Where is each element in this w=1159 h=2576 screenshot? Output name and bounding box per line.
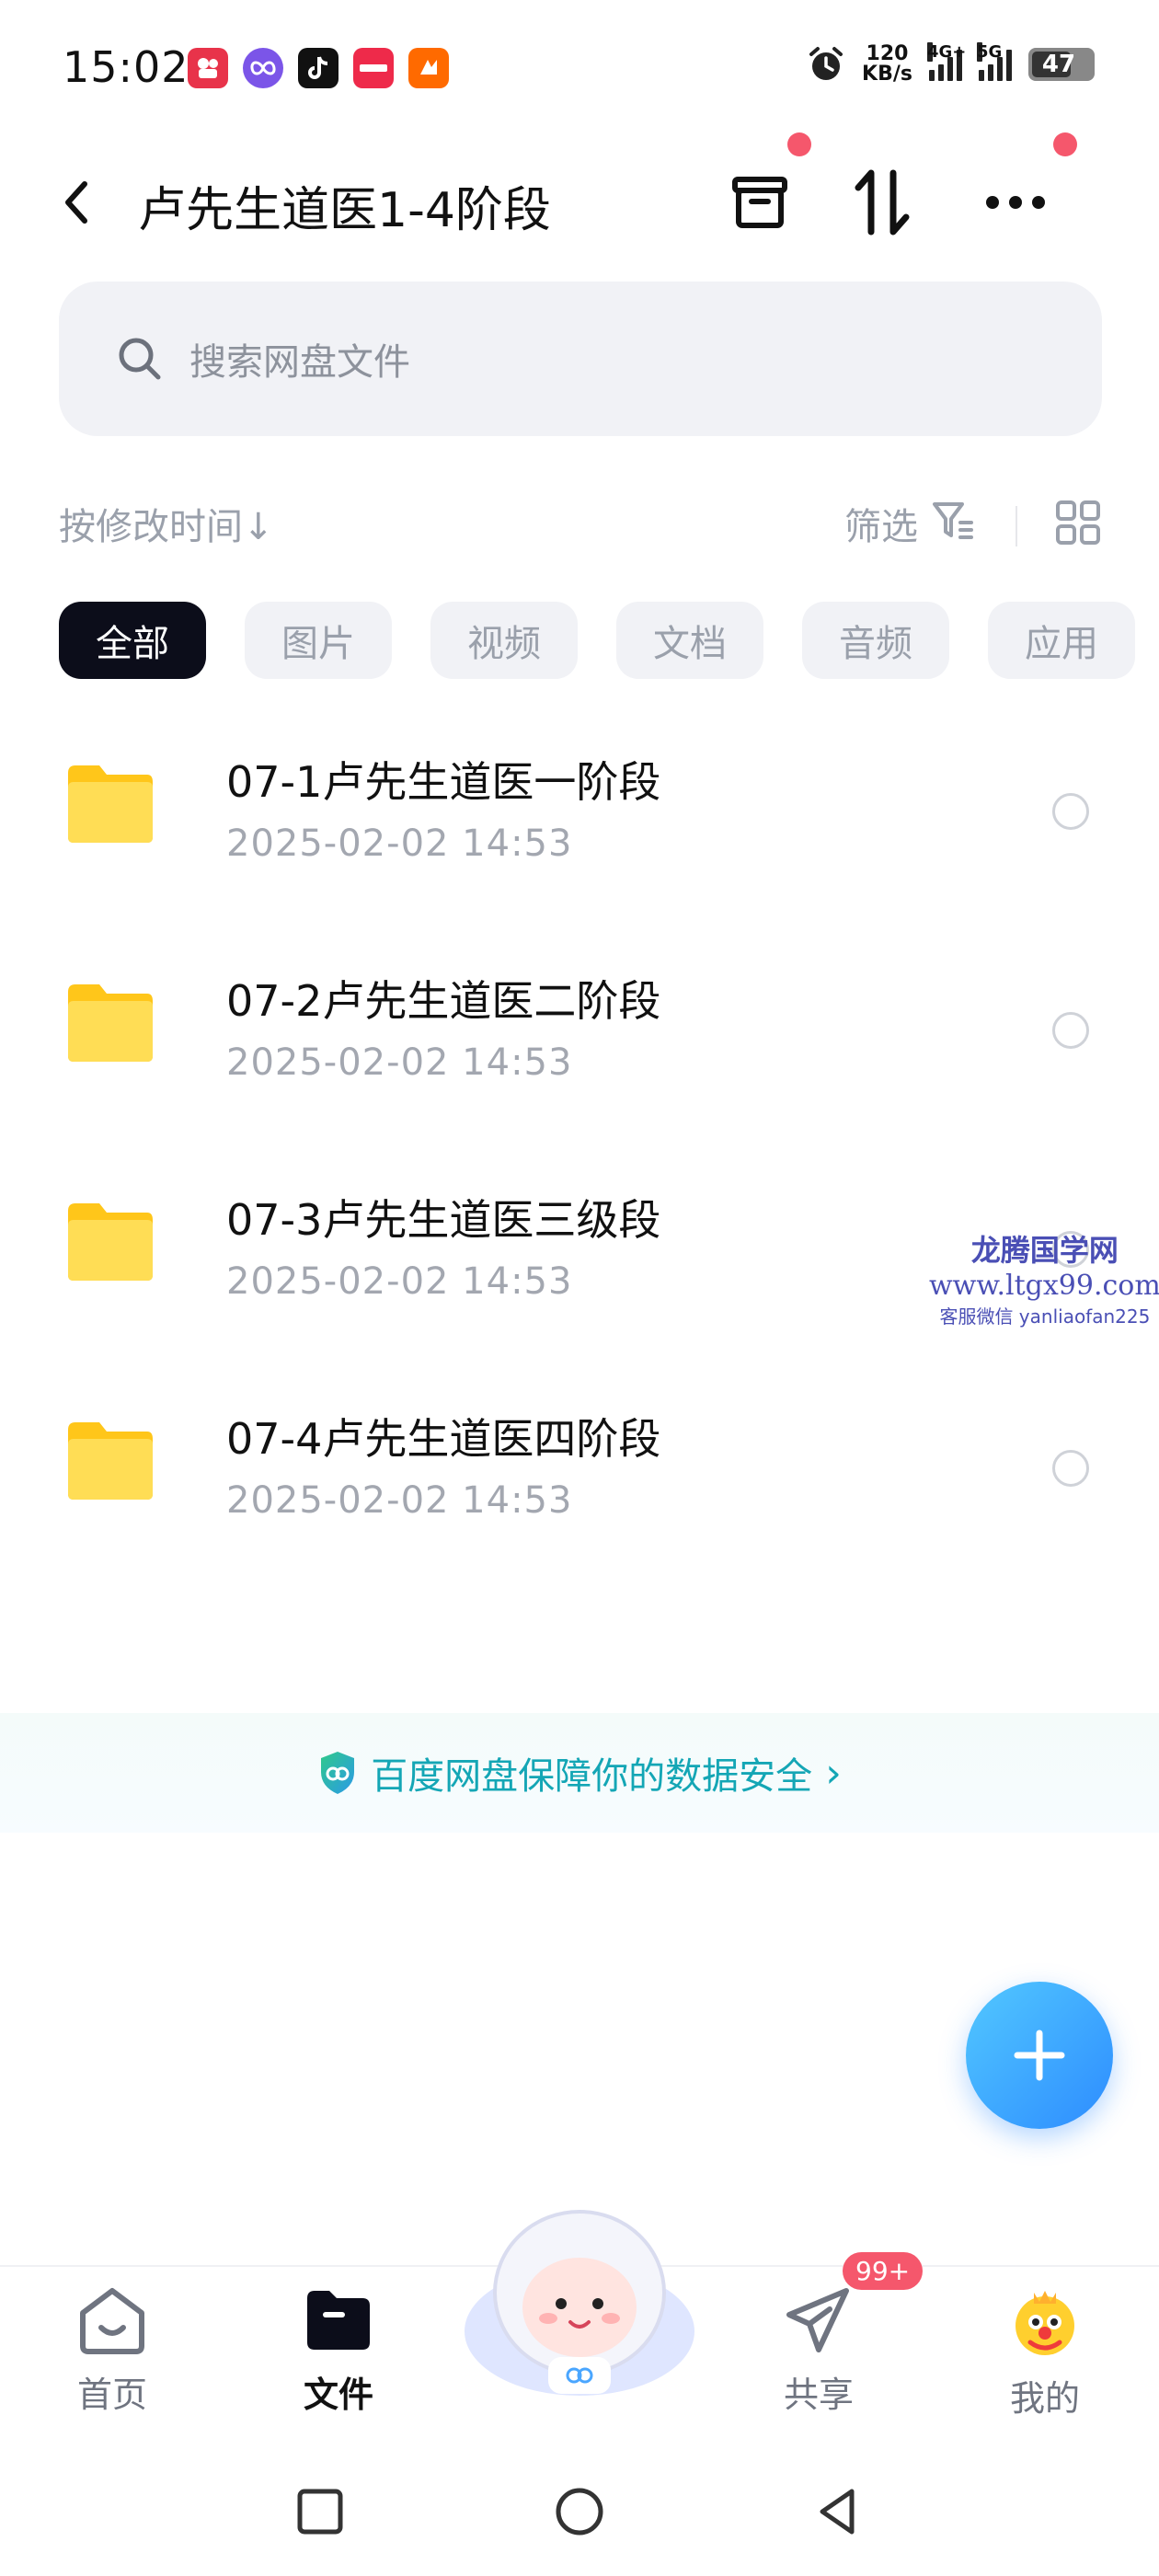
chevron-right-icon: ›	[825, 1749, 842, 1797]
page-title: 卢先生道医1-4阶段	[138, 183, 551, 238]
sort-arrow-icon: ↓	[243, 506, 274, 548]
archive-icon	[732, 177, 787, 228]
system-navigation-bar	[0, 2449, 1159, 2576]
file-date: 2025-02-02 14:53	[226, 1479, 573, 1522]
add-button[interactable]	[966, 1982, 1113, 2129]
nav-files[interactable]: 文件	[265, 2285, 412, 2417]
back-icon	[65, 181, 87, 224]
select-checkbox[interactable]	[1052, 1012, 1089, 1049]
soul-icon	[243, 48, 283, 88]
select-checkbox[interactable]	[1052, 1450, 1089, 1487]
sort-icon	[855, 169, 910, 236]
nav-profile[interactable]: 我的	[971, 2285, 1119, 2421]
tab-documents[interactable]: 文档	[616, 602, 763, 679]
back-button[interactable]	[55, 175, 101, 230]
status-time: 15:02	[63, 42, 189, 92]
taobao-icon	[408, 48, 449, 88]
list-item[interactable]: 07-2卢先生道医二阶段 2025-02-02 14:53	[0, 927, 1159, 1146]
sort-dropdown[interactable]: 按修改时间↓	[59, 497, 274, 550]
divider	[1016, 506, 1017, 546]
watermark: 龙腾国学网 www.ltgx99.com 客服微信 yanliaofan225	[929, 1233, 1159, 1328]
xiaohongshu-icon	[353, 48, 394, 88]
battery-icon: 47	[1028, 48, 1095, 81]
more-button[interactable]	[979, 166, 1052, 239]
tab-apps[interactable]: 应用	[988, 602, 1135, 679]
search-input[interactable]: 搜索网盘文件	[59, 282, 1102, 436]
bottom-navigation: 首页 文件 共享 99+ 我的	[0, 2210, 1159, 2449]
filter-button[interactable]: 筛选	[844, 497, 918, 550]
archive-notification-dot	[787, 132, 811, 156]
nav-share[interactable]: 共享	[745, 2285, 892, 2417]
file-date: 2025-02-02 14:53	[226, 1260, 573, 1303]
file-date: 2025-02-02 14:53	[226, 1041, 573, 1084]
douyin-icon	[298, 48, 339, 88]
sort-button[interactable]	[846, 166, 920, 239]
select-checkbox[interactable]	[1052, 793, 1089, 830]
profile-icon	[1016, 2291, 1074, 2355]
folder-icon	[68, 1422, 153, 1500]
list-item[interactable]: 07-4卢先生道医四阶段 2025-02-02 14:53	[0, 1365, 1159, 1584]
file-name: 07-3卢先生道医三级段	[226, 1195, 661, 1245]
file-name: 07-1卢先生道医一阶段	[226, 757, 661, 807]
sort-filter-bar: 按修改时间↓ 筛选	[59, 497, 1102, 552]
recent-apps-icon[interactable]	[293, 2484, 348, 2539]
category-tabs: 全部 图片 视频 文档 音频 应用	[59, 602, 1159, 679]
folder-icon	[68, 1203, 153, 1281]
tab-images[interactable]: 图片	[245, 602, 392, 679]
search-placeholder: 搜索网盘文件	[189, 341, 410, 384]
more-icon	[986, 196, 1045, 209]
search-icon	[119, 338, 161, 380]
archive-button[interactable]	[723, 166, 797, 239]
list-item[interactable]: 07-1卢先生道医一阶段 2025-02-02 14:53	[0, 708, 1159, 927]
status-bar: 15:02 120 KB/s 4G+ 5G 47	[0, 0, 1159, 138]
signal-4g-icon: 4G+	[927, 42, 966, 81]
app-screen: 15:02 120 KB/s 4G+ 5G 47 卢先生道医1-4阶段 搜索网盘…	[0, 0, 1159, 2576]
share-badge: 99+	[843, 2252, 924, 2290]
tab-videos[interactable]: 视频	[430, 602, 578, 679]
grid-view-icon[interactable]	[1054, 499, 1102, 546]
file-name: 07-4卢先生道医四阶段	[226, 1414, 661, 1464]
back-nav-icon[interactable]	[811, 2484, 866, 2539]
security-banner-text: 百度网盘保障你的数据安全	[371, 1755, 813, 1798]
plus-icon	[1014, 2030, 1065, 2081]
file-date: 2025-02-02 14:53	[226, 822, 573, 865]
tab-all[interactable]: 全部	[59, 602, 206, 679]
file-list: 07-1卢先生道医一阶段 2025-02-02 14:53 07-2卢先生道医二…	[0, 708, 1159, 1584]
share-icon	[786, 2288, 849, 2352]
tab-audio[interactable]: 音频	[802, 602, 949, 679]
shield-icon	[321, 1752, 355, 1794]
security-banner[interactable]: 百度网盘保障你的数据安全 ›	[0, 1713, 1159, 1833]
signal-5g-icon: 5G	[977, 42, 1012, 81]
kuaishou-icon	[188, 48, 228, 88]
home-button-icon[interactable]	[552, 2484, 607, 2539]
network-speed: 120 KB/s	[862, 42, 912, 86]
folder-icon	[68, 765, 153, 843]
folder-icon	[307, 2291, 370, 2350]
header: 卢先生道医1-4阶段	[0, 132, 1159, 258]
mascot-avatar[interactable]	[460, 2193, 699, 2405]
notification-app-icons	[188, 48, 449, 88]
file-name: 07-2卢先生道医二阶段	[226, 976, 661, 1026]
alarm-icon	[809, 47, 843, 80]
folder-icon	[68, 984, 153, 1062]
filter-icon[interactable]	[931, 500, 975, 541]
home-icon	[80, 2288, 144, 2354]
nav-home[interactable]: 首页	[39, 2285, 186, 2417]
more-notification-dot	[1053, 132, 1077, 156]
status-indicators: 120 KB/s 4G+ 5G 47	[807, 42, 1095, 86]
